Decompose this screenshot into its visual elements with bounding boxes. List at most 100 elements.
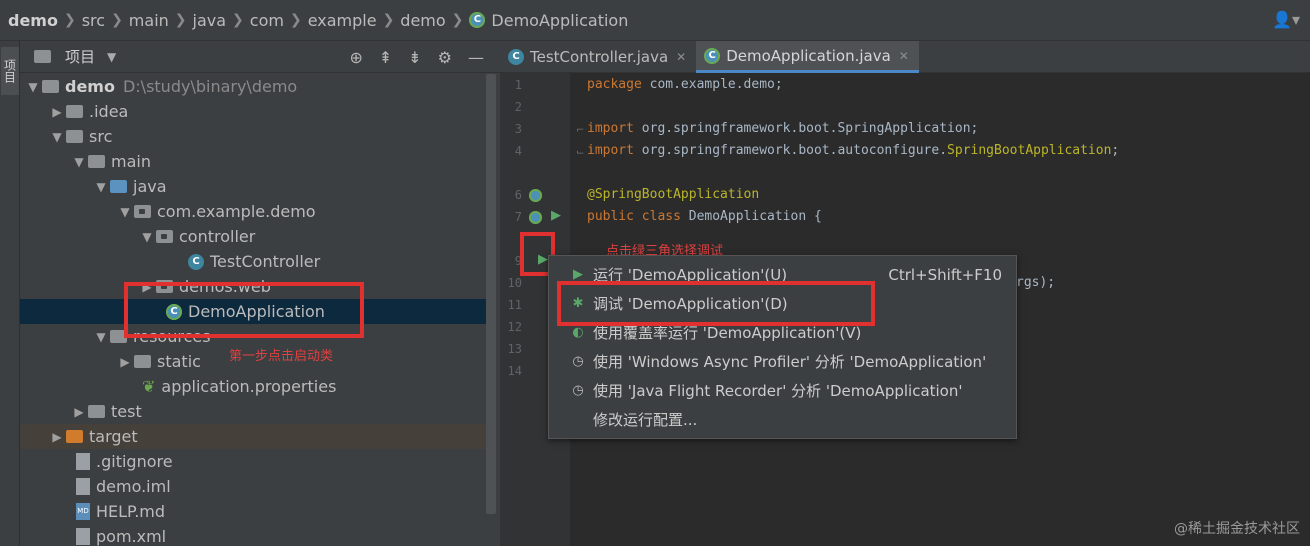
tree-item-application-properties[interactable]: ❦ application.properties [20,374,486,399]
folder-icon [134,355,151,368]
locate-icon[interactable]: ⊕ [349,48,362,67]
excluded-folder-icon [66,430,83,443]
project-icon [34,50,51,63]
chevron-down-icon[interactable]: ▼ [70,155,88,169]
tree-item-java[interactable]: ▼ java [20,174,486,199]
line-number: 12 [507,320,522,334]
tree-item-help-md[interactable]: MD HELP.md [20,499,486,524]
file-icon [76,478,90,495]
source-folder-icon [110,180,127,193]
chevron-right-icon: ❯ [111,12,123,28]
spring-bean-icon[interactable] [529,211,542,224]
expand-all-icon[interactable]: ⇞ [379,48,392,67]
breadcrumb-item-com[interactable]: com [250,11,284,30]
close-icon[interactable]: ✕ [899,49,909,63]
left-tool-strip: 项目 [0,41,20,546]
project-panel-title[interactable]: 项目 [65,46,95,67]
breadcrumb-item-demoapplication[interactable]: DemoApplication [491,11,628,30]
tree-item-main[interactable]: ▼ main [20,149,486,174]
tree-item-testcontroller[interactable]: C TestController [20,249,486,274]
chevron-down-icon[interactable]: ▼ [92,180,110,194]
tab-demoapplication[interactable]: C DemoApplication.java ✕ [696,41,919,73]
chevron-right-icon[interactable]: ▶ [70,405,88,419]
tree-item-com-example-demo[interactable]: ▼ com.example.demo [20,199,486,224]
run-icon: ▶ [573,267,583,282]
breadcrumb: demo ❯ src ❯ main ❯ java ❯ com ❯ example… [0,0,1310,41]
user-icon[interactable]: 👤▾ [1272,10,1300,29]
tree-item-label: application.properties [161,377,337,396]
breadcrumb-item-java[interactable]: java [193,11,227,30]
tree-item-demo[interactable]: ▼ demo D:\study\binary\demo [20,74,486,99]
chevron-right-icon[interactable]: ▶ [48,430,66,444]
code-line-1[interactable]: package com.example.demo; [587,77,783,92]
breadcrumb-item-demo[interactable]: demo [8,11,58,30]
annotation-step1: 第一步点击启动类 [229,349,334,364]
chevron-right-icon[interactable]: ▶ [116,355,134,369]
tree-item-label: .gitignore [96,452,173,471]
tree-item-label: src [89,127,113,146]
package-icon [156,230,173,243]
chevron-down-icon[interactable]: ▼ [138,230,156,244]
spring-boot-class-icon: C [469,12,486,28]
chevron-right-icon[interactable]: ▶ [48,105,66,119]
class-icon: C [508,49,524,65]
line-number: 7 [514,210,522,224]
tree-item-demo-iml[interactable]: demo.iml [20,474,486,499]
annotation-box-demoapplication [124,282,364,338]
menu-item-flight-recorder[interactable]: ◷ 使用 'Java Flight Recorder' 分析 'DemoAppl… [549,376,1018,405]
blank-icon: · [569,412,587,427]
hide-icon[interactable]: — [468,48,484,67]
line-number: 13 [507,342,522,356]
code-line-4[interactable]: import org.springframework.boot.autoconf… [587,143,1119,158]
chevron-down-icon[interactable]: ▼ [48,130,66,144]
collapse-all-icon[interactable]: ⇟ [408,48,421,67]
breadcrumb-item-main[interactable]: main [129,11,169,30]
line-number: 10 [507,276,522,290]
tree-item-label: java [133,177,167,196]
chevron-right-icon: ❯ [63,12,76,28]
tree-item-target[interactable]: ▶ target [20,424,486,449]
line-number: 14 [507,364,522,378]
tree-item-src[interactable]: ▼ src [20,124,486,149]
tree-item-label: test [111,402,142,421]
spring-leaf-icon: ❦ [142,377,156,396]
chevron-down-icon[interactable]: ▼ [116,205,134,219]
spring-bean-icon[interactable] [529,189,542,202]
project-tool-tab[interactable]: 项目 [1,47,19,95]
tree-item-label: .idea [89,102,129,121]
breadcrumb-item-src[interactable]: src [82,11,105,30]
folder-icon [88,155,105,168]
tree-item-idea[interactable]: ▶ .idea [20,99,486,124]
code-line-3[interactable]: import org.springframework.boot.SpringAp… [587,121,978,136]
code-line-6[interactable]: @SpringBootApplication [587,187,759,202]
tab-testcontroller[interactable]: C TestController.java ✕ [500,41,696,73]
run-gutter-icon[interactable]: ▶ [551,208,561,223]
breadcrumb-item-demo-pkg[interactable]: demo [400,11,445,30]
project-tree-scrollbar[interactable] [486,74,496,514]
line-number: 6 [514,188,522,202]
chevron-down-icon[interactable]: ▼ [24,80,42,94]
close-icon[interactable]: ✕ [676,50,686,64]
breadcrumb-item-example[interactable]: example [308,11,377,30]
fold-marker-icon[interactable]: ⌙ [576,147,584,158]
folder-icon [66,130,83,143]
folder-icon [88,405,105,418]
tree-item-controller[interactable]: ▼ controller [20,224,486,249]
menu-item-edit-config[interactable]: · 修改运行配置... [549,405,1018,434]
chevron-down-icon[interactable]: ▼ [92,330,110,344]
line-number: 1 [514,78,522,92]
menu-item-async-profiler[interactable]: ◷ 使用 'Windows Async Profiler' 分析 'DemoAp… [549,347,1018,376]
fold-marker-icon[interactable]: ⌐ [576,125,584,136]
coverage-icon: ◐ [572,325,584,340]
menu-item-label: 使用 'Java Flight Recorder' 分析 'DemoApplic… [593,382,963,400]
dropdown-arrow-icon[interactable]: ▼ [107,50,116,64]
tree-item-pom-xml[interactable]: pom.xml [20,524,486,546]
tree-item-gitignore[interactable]: .gitignore [20,449,486,474]
tree-item-label: main [111,152,151,171]
gear-icon[interactable]: ⚙ [438,48,452,67]
file-icon [76,528,90,545]
tree-item-label: controller [179,227,256,246]
code-line-7[interactable]: public class DemoApplication { [587,209,822,224]
code-line-10-tail[interactable]: rgs); [1016,275,1055,290]
tree-item-test[interactable]: ▶ test [20,399,486,424]
